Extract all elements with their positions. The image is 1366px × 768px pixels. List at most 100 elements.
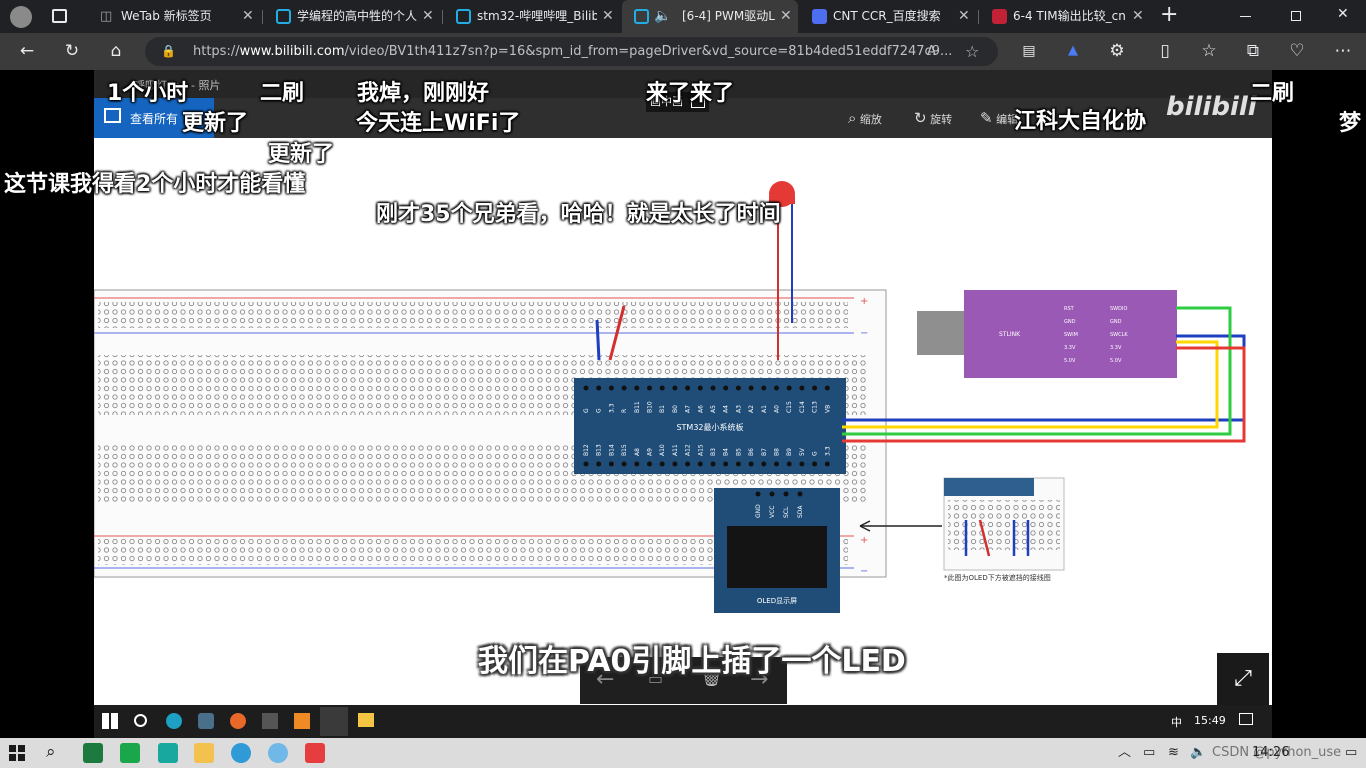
speaker-icon[interactable]: 🔈 [654, 0, 671, 33]
collections-icon[interactable]: ⧉ [1241, 39, 1265, 63]
danmaku-comment: 梦 [1339, 111, 1362, 136]
edge-icon[interactable] [231, 743, 251, 763]
new-tab-button[interactable]: + [1160, 2, 1178, 27]
tab-title: stm32-哔哩哔哩_Bilib [477, 9, 597, 23]
header-pin [659, 385, 665, 391]
pin-label: A10 [659, 444, 666, 456]
header-pin [685, 385, 691, 391]
baidu-icon [812, 9, 827, 24]
wifi-icon[interactable]: ≋ [1168, 738, 1179, 768]
pin-label: A3 [735, 405, 742, 413]
rotate-label: 旋转 [930, 113, 953, 126]
more-menu-icon[interactable]: ⋯ [1331, 39, 1355, 63]
search-icon[interactable]: ⌕ [46, 742, 56, 762]
header-pin [799, 385, 805, 391]
zoom-button[interactable]: ⌕ 缩放 [848, 98, 882, 140]
rotate-button[interactable]: ↻ 旋转 [914, 98, 952, 140]
edit-icon: ✎ [980, 109, 993, 127]
close-icon[interactable]: ✕ [780, 0, 792, 33]
header-pin [761, 461, 767, 467]
pin-label: B10 [647, 401, 654, 413]
tab-profile[interactable]: 学编程的高中牲的个人 ✕ [264, 0, 440, 33]
close-window-button[interactable]: ✕ [1337, 6, 1349, 22]
tab-wetab[interactable]: ◫ WeTab 新标签页 ✕ [88, 0, 260, 33]
video-player[interactable]: 呼吸灯.jpg - 照片 查看所有 ⌕ 缩放 ↻ 旋转 ✎ 编辑 + − + −… [0, 70, 1366, 738]
battery-icon[interactable]: ▭ [1143, 738, 1155, 768]
stlink-pin-label: SWIM [1064, 332, 1078, 338]
fullscreen-icon[interactable]: ⤢ [1217, 653, 1269, 705]
header-pin [697, 461, 703, 467]
reading-view-icon[interactable]: ▤ [1017, 39, 1041, 63]
url-path: /video/BV1th411z7sn?p=16&spm_id_from=pag… [344, 44, 953, 59]
csdn-icon [992, 9, 1007, 24]
browser-essentials-icon[interactable]: ♡ [1285, 39, 1309, 63]
pin-label: 5V [799, 447, 806, 456]
file-explorer-icon[interactable] [194, 743, 214, 763]
stlink-pin-label: 3.3V [1064, 345, 1076, 351]
app-icon [294, 713, 310, 729]
windows-start-icon[interactable] [9, 745, 25, 761]
qc-app-icon[interactable] [120, 743, 140, 763]
svg-text:−: − [860, 566, 868, 577]
pin-label: 3.3 [824, 446, 831, 456]
back-icon[interactable]: ← [15, 39, 39, 63]
excel-icon[interactable] [83, 743, 103, 763]
danmaku-comment: 二刷 [260, 81, 305, 106]
header-pin [735, 385, 741, 391]
tab-baidu[interactable]: CNT CCR_百度搜索 ✕ [800, 0, 976, 33]
photos-app-icon [320, 707, 348, 736]
tab-actions-icon[interactable] [52, 9, 67, 23]
extension-icon[interactable]: ▲ [1061, 39, 1085, 63]
clock[interactable]: 14:26 [1252, 738, 1289, 768]
restore-button[interactable] [1291, 11, 1301, 21]
url-domain: www.bilibili.com [239, 44, 345, 59]
danmaku-comment: 更新了 [182, 111, 249, 136]
close-icon[interactable]: ✕ [958, 0, 970, 33]
notification-icon [1239, 713, 1253, 725]
header-pin [596, 385, 602, 391]
oled-pin [769, 491, 775, 497]
stlink-pin-label: 5.0V [1110, 358, 1122, 364]
pin-label: B12 [583, 444, 590, 456]
tab-stm32-search[interactable]: stm32-哔哩哔哩_Bilib ✕ [444, 0, 620, 33]
oled-pin-label: GND [755, 504, 762, 518]
tray-expand-icon[interactable]: ︿ [1118, 738, 1131, 768]
close-icon[interactable]: ✕ [1132, 0, 1144, 33]
header-pin [748, 385, 754, 391]
profile-avatar[interactable] [10, 6, 32, 28]
split-screen-icon[interactable]: ▯ [1153, 39, 1177, 63]
app-icon [262, 713, 278, 729]
pin-label: A6 [697, 405, 704, 413]
notification-icon[interactable]: ▭ [1345, 738, 1357, 768]
favorite-star-icon[interactable]: ☆ [965, 37, 979, 66]
tab-csdn[interactable]: 6-4 TIM输出比较_cntc ✕ [980, 0, 1150, 33]
header-pin [608, 385, 614, 391]
close-icon[interactable]: ✕ [242, 0, 254, 33]
close-icon[interactable]: ✕ [422, 0, 434, 33]
danmaku-comment: 今天连上WiFi了 [356, 111, 521, 136]
danmaku-comment: 二刷 [1250, 81, 1295, 106]
wps-icon[interactable] [305, 743, 325, 763]
volume-icon[interactable]: 🔈 [1190, 738, 1206, 768]
header-pin [685, 461, 691, 467]
home-icon[interactable]: ⌂ [104, 39, 128, 63]
app-icon[interactable] [268, 743, 288, 763]
stlink-pin-label: RST [1064, 306, 1075, 312]
app-icon[interactable] [158, 743, 178, 763]
address-bar[interactable]: 🔒 https://www.bilibili.com/video/BV1th41… [145, 37, 998, 66]
stlink-label: STLINK [999, 331, 1021, 338]
pin-label: B5 [735, 448, 742, 456]
header-pin [710, 385, 716, 391]
favorites-icon[interactable]: ☆ [1197, 39, 1221, 63]
close-icon[interactable]: ✕ [602, 0, 614, 33]
pin-label: A1 [761, 405, 768, 413]
minimize-button[interactable] [1240, 16, 1251, 17]
tab-pwm-video[interactable]: 🔈 [6-4] PWM驱动L ✕ [622, 0, 798, 33]
refresh-icon[interactable]: ↻ [60, 39, 84, 63]
pin-label: B7 [761, 448, 768, 456]
bilibili-logo: bilibili [1166, 92, 1257, 122]
header-pin [647, 385, 652, 391]
read-aloud-icon[interactable]: A⁾ [927, 37, 939, 66]
edit-button[interactable]: ✎ 编辑 [980, 98, 1018, 140]
extensions-puzzle-icon[interactable]: ⚙ [1105, 39, 1129, 63]
